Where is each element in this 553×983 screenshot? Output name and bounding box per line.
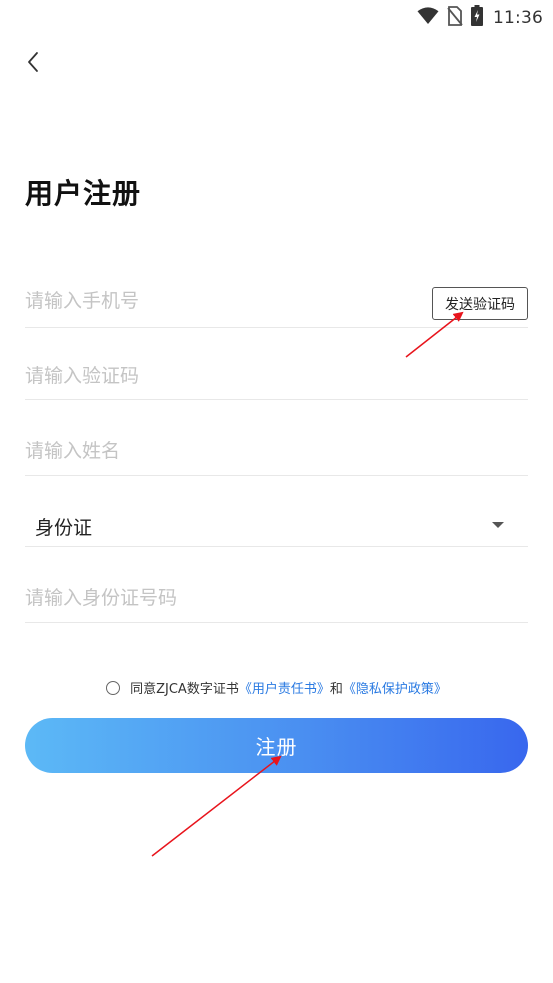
agreement-conjunction: 和: [329, 682, 343, 697]
register-button[interactable]: 注册: [25, 718, 528, 773]
battery-charging-icon: [471, 5, 483, 30]
id-number-input[interactable]: [25, 587, 405, 609]
page-title: 用户注册: [25, 177, 142, 210]
id-number-field-row: [25, 577, 528, 623]
back-button[interactable]: [18, 48, 48, 80]
chevron-left-icon: [26, 51, 40, 77]
privacy-policy-link[interactable]: 《隐私保护政策》: [343, 678, 447, 697]
agreement-row: 同意ZJCA数字证书 《用户责任书》 和 《隐私保护政策》: [0, 678, 553, 697]
name-input[interactable]: [25, 440, 405, 462]
send-code-button[interactable]: 发送验证码: [432, 287, 528, 320]
no-sim-icon: [447, 5, 463, 30]
verification-code-input[interactable]: [25, 365, 405, 387]
id-type-value: 身份证: [35, 517, 93, 539]
user-responsibility-link[interactable]: 《用户责任书》: [239, 678, 330, 697]
status-time: 11:36: [493, 7, 543, 28]
phone-input[interactable]: [25, 290, 405, 312]
registration-screen: 11:36 用户注册 发送验证码 身份证 同意ZJCA数字证书 《用户责任书》: [0, 0, 553, 983]
code-field-row: [25, 355, 528, 400]
annotation-arrows: [151, 311, 464, 857]
agreement-text: 同意ZJCA数字证书: [130, 682, 239, 697]
wifi-icon: [417, 6, 439, 29]
agree-radio[interactable]: [106, 680, 121, 695]
dropdown-arrow-icon: [492, 522, 504, 528]
status-bar: 11:36: [0, 0, 553, 32]
id-type-select[interactable]: 身份证: [25, 502, 528, 547]
phone-field-row: 发送验证码: [25, 280, 528, 328]
name-field-row: [25, 430, 528, 476]
status-icons: 11:36: [417, 5, 543, 30]
